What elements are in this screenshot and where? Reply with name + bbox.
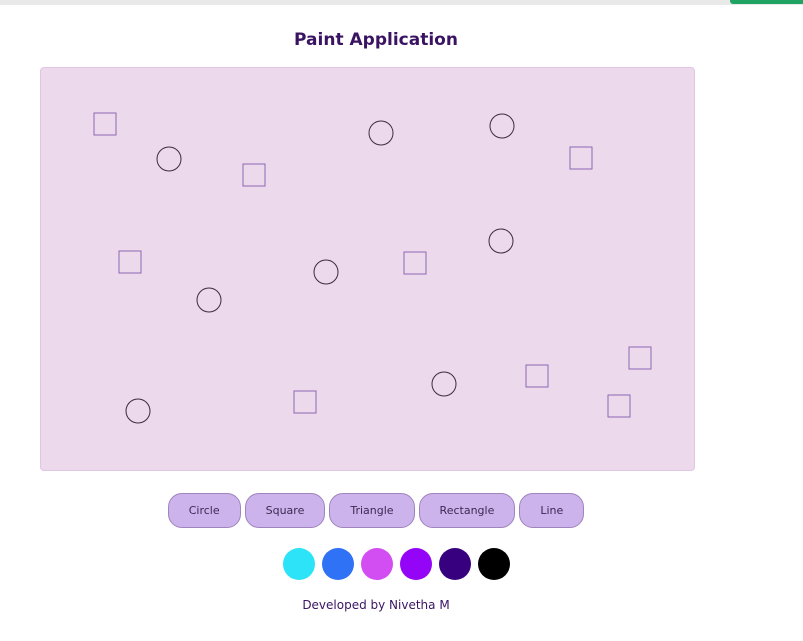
canvas-circle-shape xyxy=(196,287,222,313)
canvas-square-shape xyxy=(569,146,593,170)
browser-accent-bar xyxy=(730,0,803,4)
color-swatch-magenta[interactable] xyxy=(360,548,393,580)
color-swatch-black[interactable] xyxy=(477,548,510,580)
color-swatch-violet[interactable] xyxy=(399,548,432,580)
canvas-square-shape xyxy=(403,251,427,275)
canvas-circle-shape xyxy=(431,371,457,397)
canvas-circle-shape xyxy=(488,228,514,254)
color-swatch-indigo[interactable] xyxy=(438,548,471,580)
shape-layer xyxy=(93,112,652,424)
browser-top-strip xyxy=(0,0,803,5)
square-tool-button[interactable]: Square xyxy=(244,493,326,528)
color-palette xyxy=(0,548,792,580)
circle-tool-button[interactable]: Circle xyxy=(167,493,241,528)
canvas-square-shape xyxy=(525,364,549,388)
footer-credit: Developed by Nivetha M xyxy=(302,598,450,612)
canvas-square-shape xyxy=(93,112,117,136)
canvas-circle-shape xyxy=(156,146,182,172)
color-swatch-blue[interactable] xyxy=(321,548,354,580)
rectangle-tool-button[interactable]: Rectangle xyxy=(418,493,516,528)
color-swatch-cyan[interactable] xyxy=(282,548,315,580)
canvas-circle-shape xyxy=(125,398,151,424)
canvas-square-shape xyxy=(118,250,142,274)
canvas-square-shape xyxy=(628,346,652,370)
canvas-square-shape xyxy=(607,394,631,418)
page-title: Paint Application xyxy=(294,30,458,50)
line-tool-button[interactable]: Line xyxy=(519,493,585,528)
canvas-circle-shape xyxy=(313,259,339,285)
canvas-circle-shape xyxy=(368,120,394,146)
drawing-canvas[interactable] xyxy=(40,67,695,471)
triangle-tool-button[interactable]: Triangle xyxy=(329,493,415,528)
canvas-circle-shape xyxy=(489,113,515,139)
shape-toolbar: Circle Square Triangle Rectangle Line xyxy=(0,493,752,528)
canvas-square-shape xyxy=(293,390,317,414)
canvas-square-shape xyxy=(242,163,266,187)
